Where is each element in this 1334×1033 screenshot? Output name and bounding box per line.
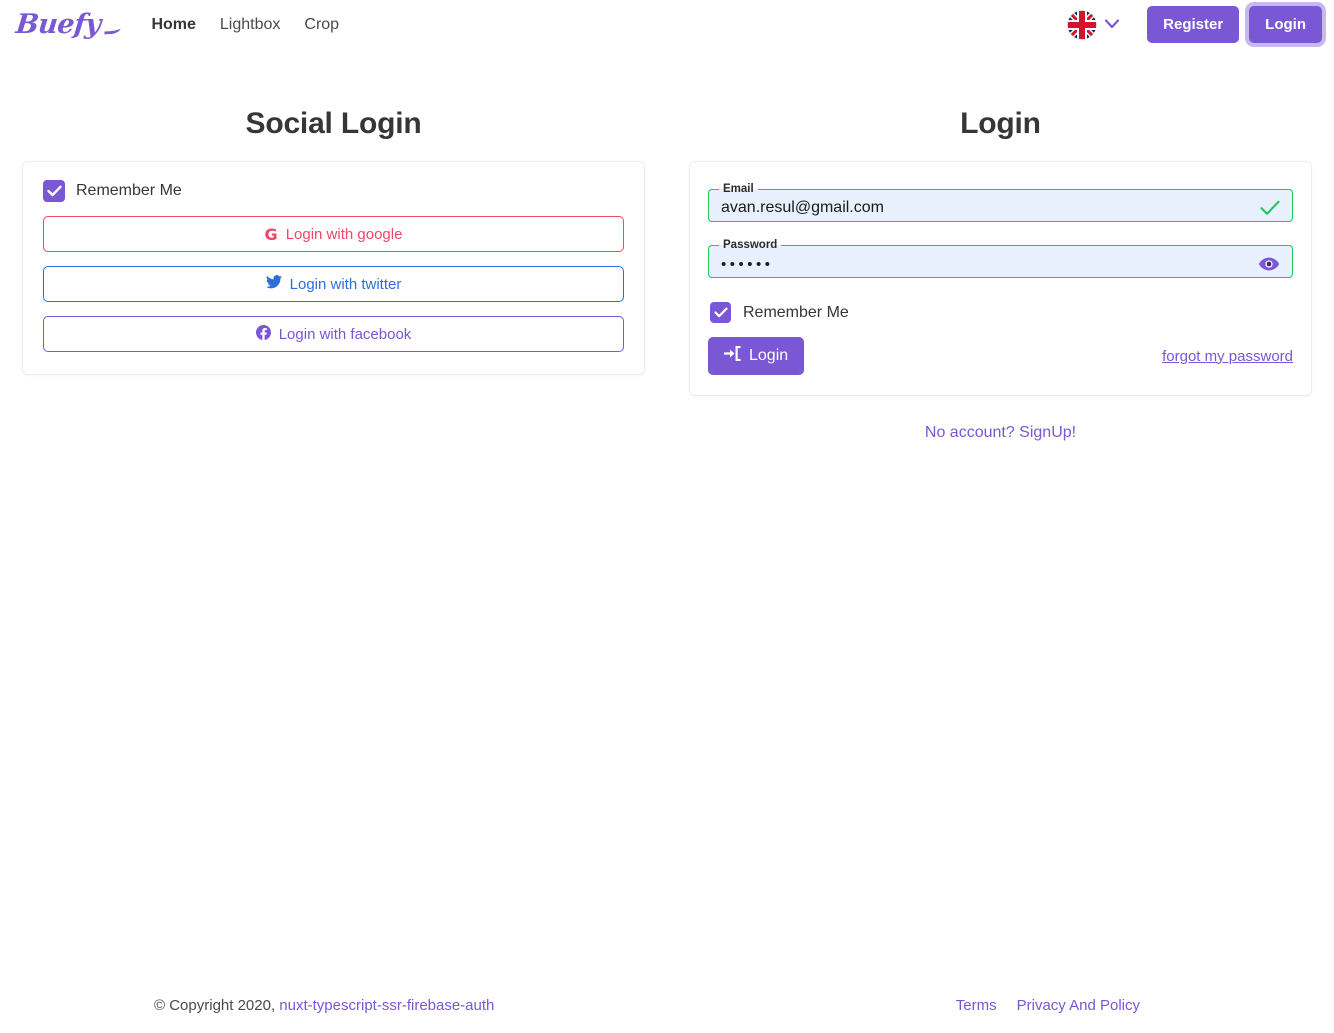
login-with-google-label: Login with google [285, 225, 403, 243]
forgot-password-link[interactable]: forgot my password [1162, 348, 1293, 365]
login-button-nav[interactable]: Login [1249, 6, 1322, 43]
terms-link[interactable]: Terms [956, 997, 997, 1014]
login-submit-button[interactable]: Login [708, 337, 805, 375]
signup-link[interactable]: No account? SignUp! [925, 424, 1076, 441]
brand-logo-text: Buefy [14, 9, 103, 40]
google-icon: G [264, 224, 278, 244]
login-action-row: Login forgot my password [708, 337, 1293, 375]
signup-row: No account? SignUp! [689, 424, 1312, 442]
footer: © Copyright 2020, nuxt-typescript-ssr-fi… [0, 977, 1334, 1033]
sign-in-icon [722, 345, 741, 366]
login-with-twitter-button[interactable]: Login with twitter [43, 266, 624, 302]
login-title: Login [960, 107, 1041, 140]
login-submit-label: Login [749, 347, 789, 364]
password-field-wrapper: Password •••••• [708, 239, 1293, 278]
password-fieldset: Password •••••• [708, 239, 1293, 278]
footer-copyright: © Copyright 2020, nuxt-typescript-ssr-fi… [154, 997, 494, 1014]
login-with-facebook-button[interactable]: Login with facebook [43, 316, 624, 352]
language-selector[interactable] [1059, 6, 1127, 44]
eye-icon[interactable] [1258, 257, 1280, 272]
login-column: Login Email avan.resul@gmail.com Passwor… [667, 81, 1334, 442]
uk-flag-icon [1067, 9, 1097, 40]
login-remember-me-label: Remember Me [743, 303, 849, 321]
email-fieldset: Email avan.resul@gmail.com [708, 183, 1293, 222]
login-with-facebook-label: Login with facebook [278, 325, 412, 343]
social-login-card: Remember Me G Login with google Login wi… [22, 161, 645, 375]
nav-link-lightbox[interactable]: Lightbox [208, 10, 293, 40]
chevron-down-icon [1105, 16, 1120, 34]
social-remember-me-checkbox[interactable]: Remember Me [43, 180, 624, 202]
privacy-link[interactable]: Privacy And Policy [1017, 997, 1140, 1014]
login-with-google-button[interactable]: G Login with google [43, 216, 624, 252]
nav-link-home[interactable]: Home [139, 10, 207, 40]
email-label: Email [723, 183, 754, 195]
brand-logo[interactable]: Buefy [6, 9, 122, 40]
main-columns: Social Login Remember Me G Login with go… [0, 81, 1334, 442]
nav-links: Home Lightbox Crop [139, 10, 351, 40]
social-remember-me-label: Remember Me [76, 182, 182, 199]
checkbox-checked-icon [710, 302, 731, 323]
email-input[interactable]: avan.resul@gmail.com [721, 196, 1217, 222]
login-with-twitter-label: Login with twitter [289, 275, 402, 293]
login-card: Email avan.resul@gmail.com Password ••••… [689, 161, 1312, 396]
register-button[interactable]: Register [1147, 6, 1240, 43]
navbar: Buefy Home Lightbox Crop Register Login [0, 0, 1334, 49]
check-icon [1260, 200, 1280, 216]
footer-links: Terms Privacy And Policy [956, 997, 1140, 1014]
brand-logo-flourish [104, 24, 122, 35]
nav-link-crop[interactable]: Crop [292, 10, 351, 40]
password-input[interactable]: •••••• [721, 252, 1217, 278]
email-field-wrapper: Email avan.resul@gmail.com [708, 183, 1293, 222]
facebook-icon [255, 324, 271, 344]
password-label: Password [723, 239, 778, 251]
social-login-column: Social Login Remember Me G Login with go… [0, 81, 667, 442]
social-login-title: Social Login [245, 107, 422, 140]
checkbox-checked-icon [43, 180, 65, 202]
twitter-icon [265, 275, 282, 293]
login-remember-me-checkbox[interactable]: Remember Me [710, 302, 1293, 323]
navbar-right: Register Login [1059, 6, 1322, 44]
copyright-text: © Copyright 2020, [154, 996, 276, 1014]
project-link[interactable]: nuxt-typescript-ssr-firebase-auth [279, 997, 494, 1014]
